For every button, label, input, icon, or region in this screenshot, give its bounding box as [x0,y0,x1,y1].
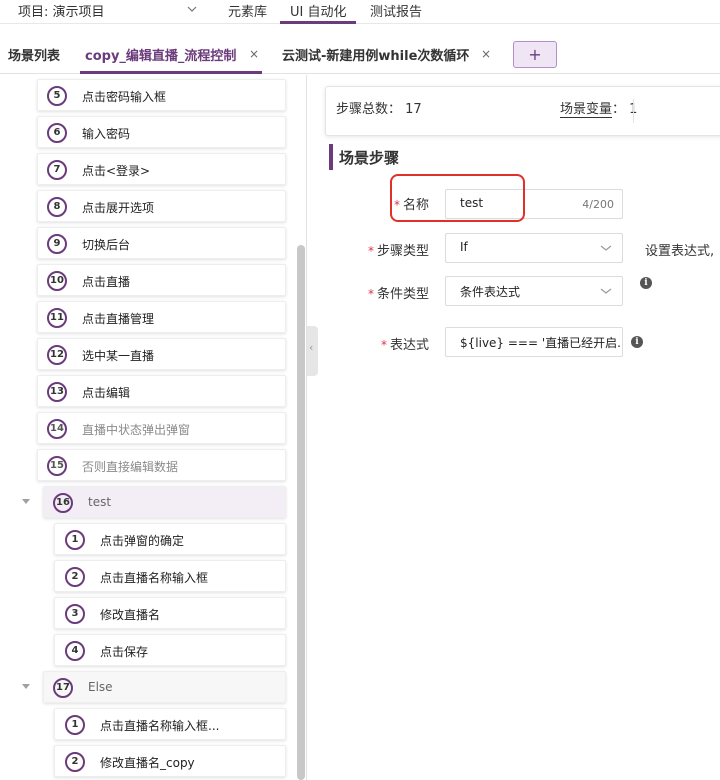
tree-step-item[interactable]: 5 点击密码输入框 [37,79,286,111]
expand-caret-icon[interactable] [22,684,30,689]
info-icon[interactable]: i [631,336,643,348]
tree-step-item[interactable]: 8 点击展开选项 [37,190,286,222]
step-number-badge: 11 [47,308,67,328]
tree-step-item[interactable]: 2 修改直播名_copy [54,745,286,777]
chevron-down-icon [600,288,612,294]
step-number-badge: 3 [65,604,85,624]
step-number-badge: 5 [47,86,67,106]
step-number-badge: 12 [47,345,67,365]
tree-step-item[interactable]: 17 Else [43,671,286,703]
step-label: 修改直播名 [100,608,161,622]
step-number-badge: 1 [65,530,85,550]
tree-step-item[interactable]: 2 点击直播名称输入框 [54,560,286,592]
section-title: 场景步骤 [339,149,400,167]
expression-input[interactable]: ${live} === '直播已经开启. [445,327,623,357]
step-number-badge: 16 [53,493,73,513]
tab-cloud-test-while[interactable]: 云测试-新建用例while次数循环 [282,45,469,64]
step-label: 选中某一直播 [82,349,155,363]
tab-bar: 场景列表 copy_编辑直播_流程控制 × 云测试-新建用例while次数循环 … [0,24,720,74]
tree-step-item[interactable]: 1 点击直播名称输入框... [54,708,286,740]
tree-scrollbar[interactable] [297,245,305,780]
step-number-badge: 13 [47,382,67,402]
tree-step-item[interactable]: 9 切换后台 [37,227,286,259]
add-tab-button[interactable]: + [513,41,557,68]
step-label: 直播中状态弹出弹窗 [82,423,191,437]
step-number-badge: 4 [65,641,85,661]
tree-step-item[interactable]: 13 点击编辑 [37,375,286,407]
tree-step-item[interactable]: 14 直播中状态弹出弹窗 [37,412,286,444]
step-number-badge: 10 [47,271,67,291]
scene-summary-card: 步骤总数： 17 场景变量： 1 [325,86,720,136]
tree-step-item[interactable]: 12 选中某一直播 [37,338,286,370]
step-label: 点击<登录> [82,164,151,178]
step-type-hint: 设置表达式, [645,244,715,259]
tree-step-item[interactable]: 7 点击<登录> [37,153,286,185]
panel-collapse-handle[interactable]: ‹ [307,326,318,376]
step-number-badge: 14 [47,419,67,439]
step-tree: 5 点击密码输入框 6 输入密码 7 点击<登录> 8 点击展开选项 9 切换后台 10 点击直播 11… [0,75,307,780]
tree-step-item[interactable]: 11 点击直播管理 [37,301,286,333]
step-number-badge: 2 [65,752,85,772]
tree-step-item[interactable]: 16 test [43,486,286,518]
step-label: 否则直接编辑数据 [82,460,179,474]
nav-element-library[interactable]: 元素库 [228,1,267,20]
condition-type-label: * 条件类型 [368,287,430,302]
step-label: 点击展开选项 [82,201,155,215]
step-number-badge: 2 [65,567,85,587]
nav-test-report[interactable]: 测试报告 [370,1,422,20]
step-number-badge: 1 [65,715,85,735]
close-icon[interactable]: × [481,47,491,61]
chevron-down-icon[interactable] [187,5,197,13]
section-accent-bar [329,144,333,170]
tree-step-item[interactable]: 1 点击弹窗的确定 [54,523,286,555]
summary-divider [633,99,634,123]
step-label: test [88,495,112,509]
highlight-box [390,174,525,222]
tab-scene-list[interactable]: 场景列表 [8,45,60,64]
step-label: 修改直播名_copy [100,756,195,770]
active-tab-indicator [80,71,262,74]
step-number-badge: 9 [47,234,67,254]
close-icon[interactable]: × [249,47,259,61]
step-label: 点击密码输入框 [82,90,167,104]
tree-step-item[interactable]: 3 修改直播名 [54,597,286,629]
step-label: 点击直播名称输入框 [100,571,209,585]
step-number-badge: 15 [47,456,67,476]
step-number-badge: 17 [53,678,73,698]
step-label: 点击直播管理 [82,312,155,326]
tree-step-item[interactable]: 15 否则直接编辑数据 [37,449,286,481]
step-label: 点击保存 [100,645,149,659]
step-type-label: * 步骤类型 [368,244,430,259]
step-type-select[interactable]: If [445,233,623,263]
steps-total: 步骤总数： 17 [336,102,422,117]
scene-variables[interactable]: 场景变量： 1 [560,98,637,117]
nav-ui-automation[interactable]: UI 自动化 [290,1,346,20]
condition-type-select[interactable]: 条件表达式 [445,276,623,306]
tree-step-item[interactable]: 10 点击直播 [37,264,286,296]
step-number-badge: 6 [47,123,67,143]
step-label: Else [88,680,113,694]
step-label: 输入密码 [82,127,131,141]
expression-label: * 表达式 [381,338,430,353]
chevron-down-icon [600,245,612,251]
info-icon[interactable]: i [640,277,652,289]
app-window: 项目: 演示项目 元素库 UI 自动化 测试报告 场景列表 copy_编辑直播_… [0,0,720,780]
top-bar: 项目: 演示项目 元素库 UI 自动化 测试报告 [0,0,720,24]
step-number-badge: 8 [47,197,67,217]
tree-step-item[interactable]: 4 点击保存 [54,634,286,666]
expand-caret-icon[interactable] [22,499,30,504]
step-label: 点击直播名称输入框... [100,719,220,733]
chevron-left-icon: ‹ [309,341,314,354]
tree-step-item[interactable]: 6 输入密码 [37,116,286,148]
step-label: 点击弹窗的确定 [100,534,185,548]
step-label: 切换后台 [82,238,131,252]
step-number-badge: 7 [47,160,67,180]
step-label: 点击编辑 [82,386,131,400]
step-label: 点击直播 [82,275,131,289]
tab-copy-edit-live[interactable]: copy_编辑直播_流程控制 [85,45,236,64]
char-counter: 4/200 [582,198,614,211]
project-selector[interactable]: 项目: 演示项目 [18,1,105,20]
